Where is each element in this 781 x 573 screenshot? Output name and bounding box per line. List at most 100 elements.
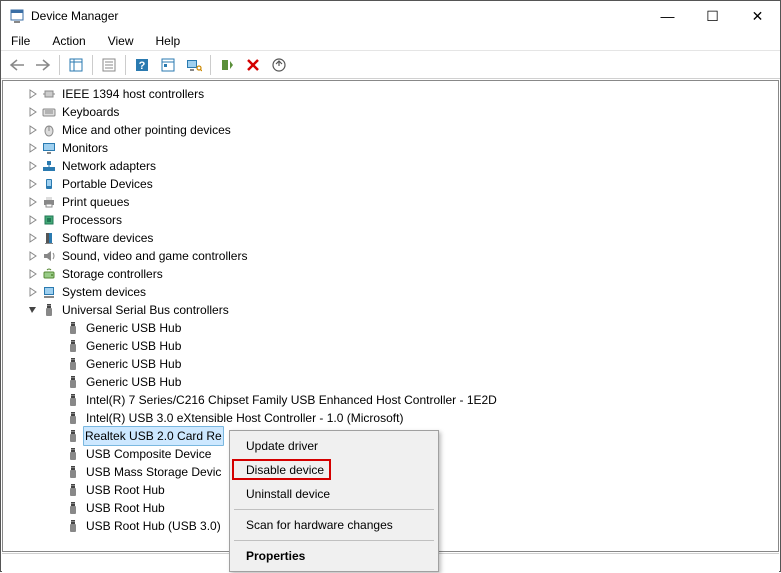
tree-category[interactable]: Network adapters — [3, 157, 778, 175]
tree-label: Monitors — [61, 139, 109, 157]
expander-icon[interactable] — [27, 214, 39, 226]
expander-icon[interactable] — [27, 304, 39, 316]
usb-icon — [65, 428, 81, 444]
expander-icon[interactable] — [27, 268, 39, 280]
uninstall-button[interactable] — [241, 54, 265, 76]
expander-placeholder — [51, 394, 63, 406]
tree-label: System devices — [61, 283, 147, 301]
tree-category[interactable]: Storage controllers — [3, 265, 778, 283]
back-button[interactable] — [5, 54, 29, 76]
context-properties[interactable]: Properties — [232, 544, 436, 568]
menu-help[interactable]: Help — [152, 31, 185, 50]
context-scan-hardware[interactable]: Scan for hardware changes — [232, 513, 436, 537]
tree-category[interactable]: Sound, video and game controllers — [3, 247, 778, 265]
tree-item[interactable]: Intel(R) USB 3.0 eXtensible Host Control… — [3, 409, 778, 427]
update-driver-button[interactable] — [267, 54, 291, 76]
expander-icon[interactable] — [27, 178, 39, 190]
properties-button[interactable] — [97, 54, 121, 76]
mouse-icon — [41, 122, 57, 138]
show-hide-tree-button[interactable] — [64, 54, 88, 76]
expander-icon[interactable] — [27, 232, 39, 244]
tree-label: Universal Serial Bus controllers — [61, 301, 230, 319]
tree-item[interactable]: Generic USB Hub — [3, 355, 778, 373]
monitor-icon — [41, 140, 57, 156]
tree-category[interactable]: Monitors — [3, 139, 778, 157]
cpu-icon — [41, 212, 57, 228]
usb-icon — [65, 500, 81, 516]
tree-category[interactable]: Print queues — [3, 193, 778, 211]
context-menu: Update driver Disable device Uninstall d… — [229, 430, 439, 572]
minimize-button[interactable]: — — [645, 1, 690, 31]
app-icon — [9, 8, 25, 24]
enable-button[interactable] — [215, 54, 239, 76]
context-disable-device[interactable]: Disable device — [232, 458, 436, 482]
title-bar: Device Manager — ☐ ✕ — [1, 1, 780, 31]
tree-category[interactable]: System devices — [3, 283, 778, 301]
expander-placeholder — [51, 430, 63, 442]
menu-action[interactable]: Action — [48, 31, 89, 50]
tree-category[interactable]: Mice and other pointing devices — [3, 121, 778, 139]
context-separator — [234, 540, 434, 541]
system-icon — [41, 284, 57, 300]
close-button[interactable]: ✕ — [735, 1, 780, 31]
tree-label: Keyboards — [61, 103, 120, 121]
forward-button[interactable] — [31, 54, 55, 76]
context-update-driver[interactable]: Update driver — [232, 434, 436, 458]
svg-text:?: ? — [139, 60, 146, 72]
expander-icon[interactable] — [27, 286, 39, 298]
usb-icon — [65, 374, 81, 390]
scan-hardware-button[interactable] — [182, 54, 206, 76]
usb-icon — [65, 356, 81, 372]
firewire-icon — [41, 86, 57, 102]
tree-item[interactable]: Generic USB Hub — [3, 373, 778, 391]
tree-label: Generic USB Hub — [85, 337, 182, 355]
tree-label: Print queues — [61, 193, 130, 211]
expander-placeholder — [51, 322, 63, 334]
tree-label: Intel(R) USB 3.0 eXtensible Host Control… — [85, 409, 404, 427]
expander-icon[interactable] — [27, 88, 39, 100]
expander-placeholder — [51, 376, 63, 388]
expander-icon[interactable] — [27, 160, 39, 172]
tree-category[interactable]: Keyboards — [3, 103, 778, 121]
software-icon — [41, 230, 57, 246]
sound-icon — [41, 248, 57, 264]
tree-label: Realtek USB 2.0 Card Re — [83, 426, 224, 446]
tree-label: Generic USB Hub — [85, 319, 182, 337]
help-button[interactable]: ? — [130, 54, 154, 76]
expander-placeholder — [51, 520, 63, 532]
expander-icon[interactable] — [27, 250, 39, 262]
context-uninstall-device[interactable]: Uninstall device — [232, 482, 436, 506]
tree-category[interactable]: Processors — [3, 211, 778, 229]
tree-label: Sound, video and game controllers — [61, 247, 248, 265]
tree-category[interactable]: Software devices — [3, 229, 778, 247]
tree-item[interactable]: Intel(R) 7 Series/C216 Chipset Family US… — [3, 391, 778, 409]
window-controls: — ☐ ✕ — [645, 1, 780, 31]
tree-item[interactable]: Generic USB Hub — [3, 319, 778, 337]
usb-icon — [65, 320, 81, 336]
expander-icon[interactable] — [27, 196, 39, 208]
usb-icon — [65, 446, 81, 462]
view-button[interactable] — [156, 54, 180, 76]
tree-category[interactable]: IEEE 1394 host controllers — [3, 85, 778, 103]
tree-label: Generic USB Hub — [85, 373, 182, 391]
printer-icon — [41, 194, 57, 210]
expander-icon[interactable] — [27, 106, 39, 118]
expander-icon[interactable] — [27, 142, 39, 154]
context-separator — [234, 509, 434, 510]
toolbar-separator — [210, 55, 211, 75]
tree-label: Intel(R) 7 Series/C216 Chipset Family US… — [85, 391, 498, 409]
tree-category[interactable]: Universal Serial Bus controllers — [3, 301, 778, 319]
tree-item[interactable]: Generic USB Hub — [3, 337, 778, 355]
tree-label: USB Composite Device — [85, 445, 212, 463]
usb-icon — [65, 338, 81, 354]
tree-category[interactable]: Portable Devices — [3, 175, 778, 193]
expander-placeholder — [51, 340, 63, 352]
toolbar-separator — [92, 55, 93, 75]
tree-label: IEEE 1394 host controllers — [61, 85, 205, 103]
expander-placeholder — [51, 466, 63, 478]
menu-file[interactable]: File — [7, 31, 34, 50]
maximize-button[interactable]: ☐ — [690, 1, 735, 31]
menu-view[interactable]: View — [104, 31, 138, 50]
expander-icon[interactable] — [27, 124, 39, 136]
expander-placeholder — [51, 412, 63, 424]
